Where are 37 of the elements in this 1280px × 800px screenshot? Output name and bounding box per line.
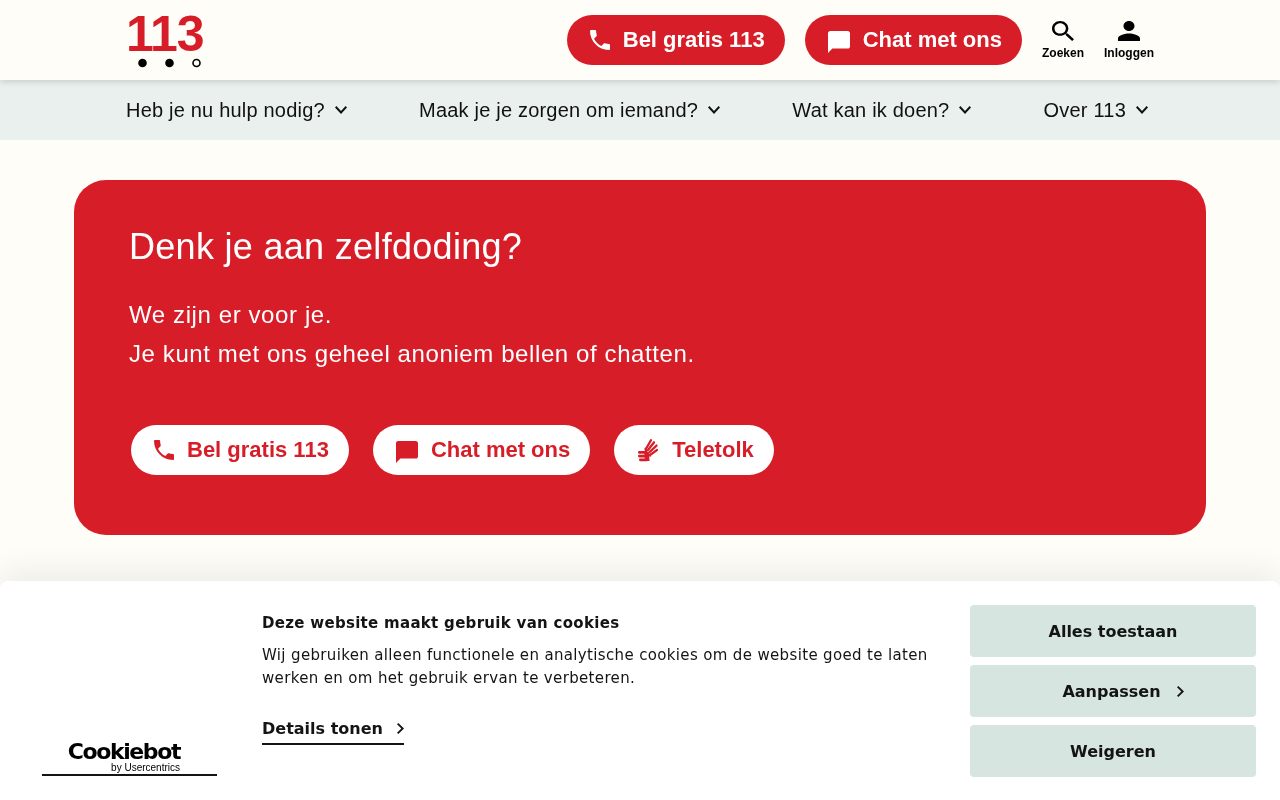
phone-icon [154,440,174,460]
chat-bubble-icon [395,441,418,463]
person-icon [1118,20,1140,41]
chevron-down-icon [334,106,347,114]
consent-button[interactable]: Alles toestaan [970,605,1256,657]
teletolk-button[interactable]: Teletolk [614,425,774,475]
chat-bubble-icon [827,31,850,53]
details-link[interactable]: Details tonen [262,719,404,745]
logo[interactable]: 113 [126,14,204,54]
cookie-title: Deze website maakt gebruik van cookies [262,613,620,633]
hero-text: We zijn er voor je. [129,300,333,330]
chat-button[interactable]: Chat met ons [804,15,1022,65]
call-button[interactable]: Bel gratis 113 [131,425,349,475]
nav-menu-item[interactable]: Wat kan ik doen? [792,98,972,122]
nav-menu-item[interactable]: Heb je nu hulp nodig? [126,98,347,122]
hero-text: Je kunt met ons geheel anoniem bellen of chatten. [129,339,695,369]
chat-button[interactable]: Chat met ons [372,425,591,475]
consent-button[interactable]: Aanpassen [970,665,1256,717]
chevron-right-icon [1176,685,1184,697]
chevron-down-icon [708,106,721,114]
cookiebot-logo[interactable]: Cookiebot [67,742,180,762]
nav-menu-item[interactable]: Over 113 [1043,98,1148,122]
call-button[interactable]: Bel gratis 113 [566,15,785,65]
chevron-down-icon [959,106,972,114]
consent-button[interactable]: Weigeren [970,725,1256,777]
nav-menu-item[interactable]: Maak je je zorgen om iemand? [419,98,721,122]
chevron-right-icon [396,723,404,734]
logo-tagline: by Usercentrics [111,762,180,773]
dots-icon [138,58,204,68]
chevron-down-icon [1136,106,1148,114]
hands-icon [637,438,660,462]
hero-title: Denk je aan zelfdoding? [129,225,523,269]
search-button[interactable]: Zoeken [1042,20,1084,60]
login-button[interactable]: Inloggen [1104,20,1154,60]
search-icon [1052,20,1074,41]
phone-icon [589,30,610,50]
cookie-text: Wij gebruiken alleen functionele en analytische cookies om de website goed te laten werken en om het gebruik ervan te verbeteren. [262,645,929,689]
